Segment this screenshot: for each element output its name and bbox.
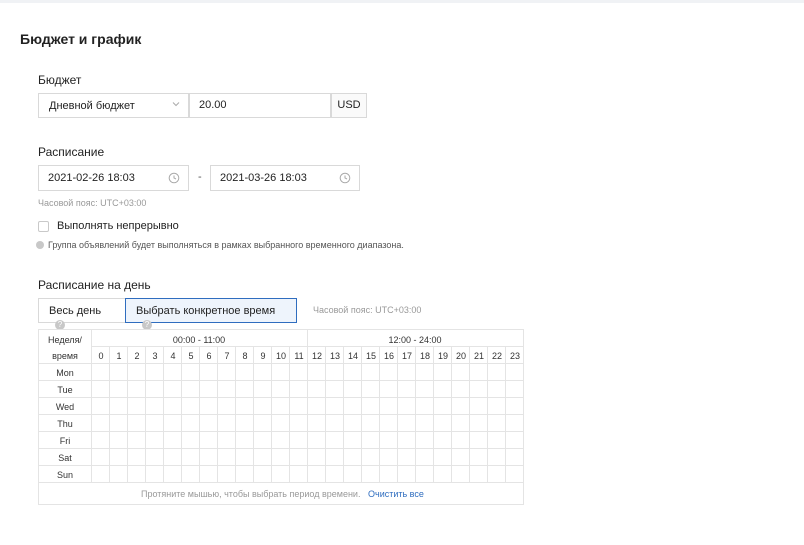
hour-label: 7 [224, 351, 230, 361]
day-label: Thu [57, 419, 73, 429]
end-date-value: 2021-03-26 18:03 [220, 172, 307, 184]
budget-type-value: Дневной бюджет [49, 100, 135, 112]
schedule-timezone: Часовой пояс: UTC+03:00 [38, 198, 147, 208]
budget-type-select[interactable]: Дневной бюджет [38, 93, 189, 118]
chevron-down-icon [172, 102, 180, 107]
budget-label: Бюджет [38, 73, 82, 87]
hour-label: 10 [275, 351, 286, 361]
clock-icon [168, 172, 180, 184]
day-schedule-label: Расписание на день [38, 278, 151, 292]
day-label: Sat [58, 453, 72, 463]
grid-range-pm: 12:00 - 24:00 [388, 335, 442, 345]
day-label: Wed [55, 402, 75, 412]
hour-label: 1 [116, 351, 122, 361]
tab-all-day-label: Весь день [49, 305, 102, 317]
hour-label: 19 [437, 351, 448, 361]
hour-label: 15 [365, 351, 376, 361]
day-label: Tue [57, 385, 73, 395]
end-date-picker[interactable]: 2021-03-26 18:03 [210, 165, 360, 191]
top-divider [0, 0, 804, 3]
budget-amount-value: 20.00 [199, 99, 227, 111]
hour-label: 17 [401, 351, 412, 361]
hour-label: 3 [152, 351, 158, 361]
day-label: Mon [56, 368, 74, 378]
grid-header-time: время [52, 351, 78, 361]
start-date-value: 2021-02-26 18:03 [48, 172, 135, 184]
hour-label: 14 [347, 351, 358, 361]
grid-range-am: 00:00 - 11:00 [172, 335, 226, 345]
section-title: Бюджет и график [20, 31, 142, 47]
tab-all-day[interactable]: Весь день? [38, 298, 126, 330]
hour-label: 11 [294, 351, 304, 361]
clock-icon [339, 172, 351, 184]
hour-label: 18 [419, 351, 430, 361]
hour-label: 16 [383, 351, 394, 361]
schedule-label: Расписание [38, 145, 105, 159]
hour-label: 23 [509, 351, 520, 361]
currency-label: USD [337, 99, 361, 111]
hour-label: 9 [260, 351, 266, 361]
hour-label: 0 [98, 351, 104, 361]
day-label: Fri [59, 436, 71, 446]
grid-footer-hint: Протяните мышью, чтобы выбрать период вр… [141, 489, 361, 499]
currency-addon: USD [331, 93, 367, 118]
info-icon [36, 241, 44, 249]
date-range-separator: - [198, 171, 202, 183]
hour-label: 21 [473, 351, 484, 361]
hour-label: 8 [242, 351, 248, 361]
hour-label: 6 [206, 351, 212, 361]
hour-label: 5 [188, 351, 194, 361]
hour-label: 12 [311, 351, 322, 361]
time-grid[interactable]: Неделя/ время 00:00 - 11:00 12:00 - 24:0… [38, 329, 524, 505]
hour-label: 2 [134, 351, 140, 361]
schedule-note: Группа объявлений будет выполняться в ра… [48, 240, 404, 250]
start-date-picker[interactable]: 2021-02-26 18:03 [38, 165, 189, 191]
tab-specific-time[interactable]: Выбрать конкретное время? [125, 298, 297, 330]
day-schedule-timezone: Часовой пояс: UTC+03:00 [313, 305, 422, 315]
continuous-checkbox[interactable] [38, 221, 49, 232]
hour-label: 22 [491, 351, 502, 361]
hour-label: 4 [170, 351, 176, 361]
tab-specific-time-label: Выбрать конкретное время [136, 305, 276, 317]
hour-label: 20 [455, 351, 466, 361]
hour-label: 13 [329, 351, 340, 361]
day-label: Sun [56, 470, 73, 480]
grid-header-week: Неделя/ [48, 335, 82, 345]
continuous-label[interactable]: Выполнять непрерывно [57, 220, 179, 232]
budget-amount-input[interactable]: 20.00 [189, 93, 331, 118]
clear-all-link[interactable]: Очистить все [368, 489, 424, 499]
